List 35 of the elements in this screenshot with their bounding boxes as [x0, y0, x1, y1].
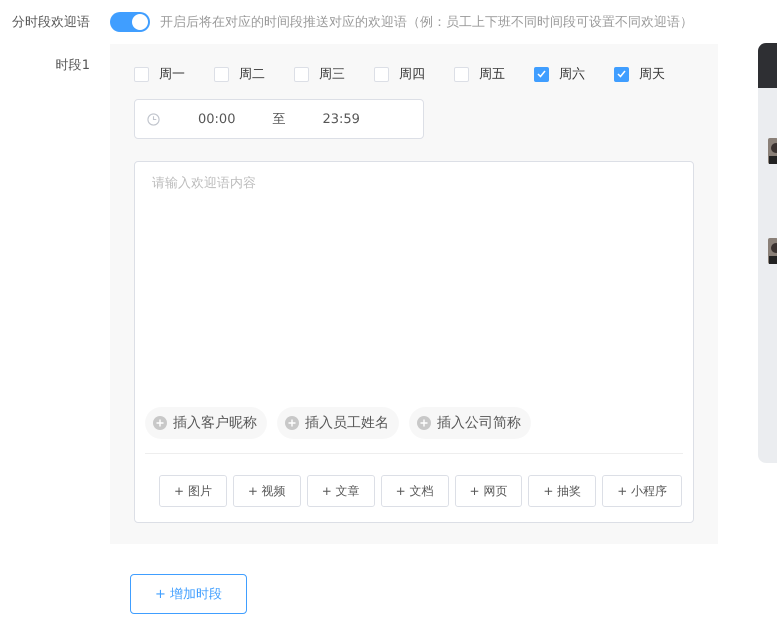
- check-icon: [617, 70, 626, 78]
- attachment-button[interactable]: + 文章: [306, 475, 375, 507]
- attachment-button[interactable]: + 网页: [454, 475, 522, 507]
- message-field[interactable]: 请输入欢迎语内容 插入客户昵称 插入员工姓名 插入公司简称 + 图片 + 视频 + 文章 + 文档 + 网页 + 抽奖 + 小程序: [134, 161, 694, 523]
- insert-chip[interactable]: 插入员工姓名: [277, 407, 399, 439]
- period-label: 时段1: [54, 57, 91, 74]
- day-label: 周四: [399, 66, 425, 83]
- day-label: 周天: [639, 66, 665, 83]
- range-separator: 至: [272, 111, 286, 128]
- attachment-button[interactable]: + 小程序: [602, 475, 682, 507]
- hint-text: 开启后将在对应的时间段推送对应的欢迎语（例：员工上下班不同时间段可设置不同欢迎语）: [160, 14, 693, 31]
- preview-header: [758, 43, 777, 88]
- insert-chip[interactable]: 插入客户昵称: [145, 407, 267, 439]
- day-label: 周二: [239, 66, 265, 83]
- day-label: 周三: [319, 66, 345, 83]
- attachment-button[interactable]: + 文档: [380, 475, 448, 507]
- day-label: 周一: [159, 66, 185, 83]
- setting-label: 分时段欢迎语: [11, 14, 91, 31]
- attachment-button[interactable]: + 视频: [232, 475, 301, 507]
- clock-icon: [147, 112, 160, 126]
- toggle-switch[interactable]: [110, 12, 150, 32]
- insert-chip[interactable]: 插入公司简称: [409, 407, 531, 439]
- checkbox[interactable]: [614, 66, 629, 82]
- start-time: 00:00: [198, 112, 236, 126]
- check-icon: [537, 70, 546, 78]
- day-label: 周六: [559, 66, 585, 83]
- end-time: 23:59: [322, 112, 360, 126]
- plus-icon: [285, 416, 299, 430]
- plus-icon: [153, 416, 167, 430]
- plus-icon: [417, 416, 431, 430]
- attachment-button[interactable]: + 图片: [159, 475, 227, 507]
- time-range-field[interactable]: 00:00 至 23:59: [134, 99, 424, 139]
- checkbox[interactable]: [534, 66, 549, 82]
- attachment-button[interactable]: + 抽奖: [528, 475, 596, 507]
- day-label: 周五: [479, 66, 505, 83]
